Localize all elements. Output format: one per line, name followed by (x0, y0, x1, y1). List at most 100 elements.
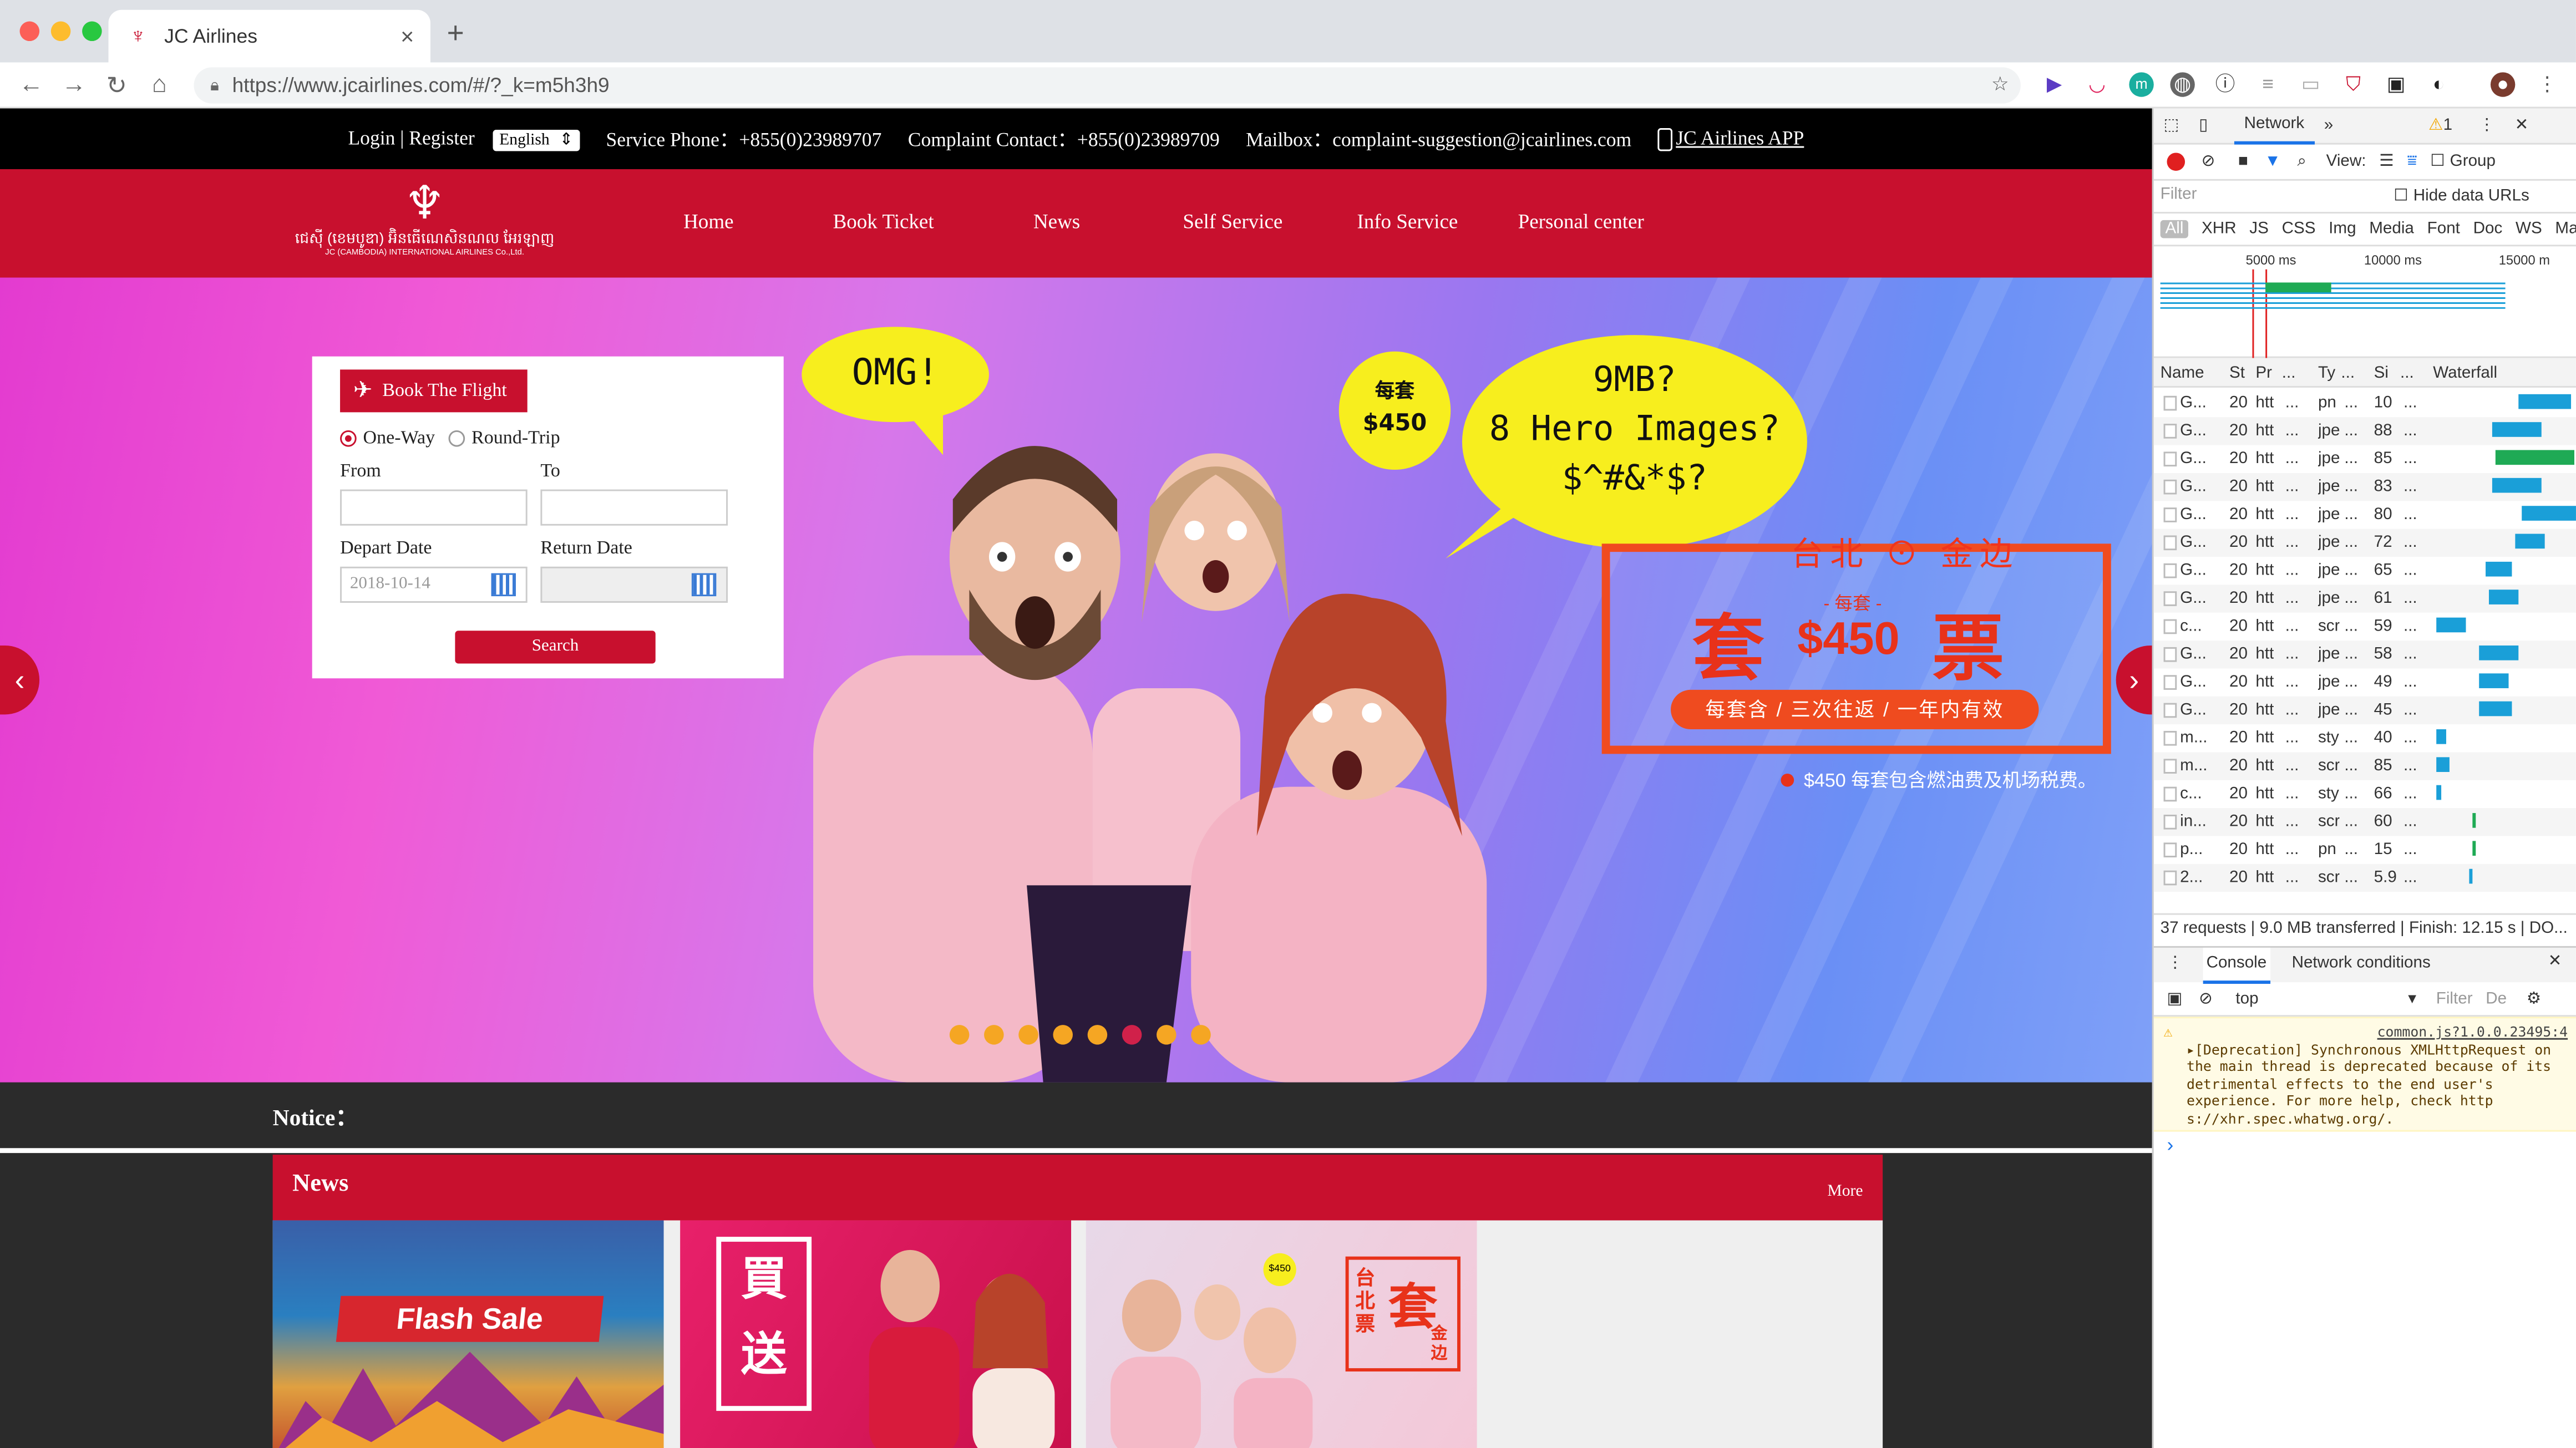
depart-date-input[interactable]: 2018-10-14 (340, 566, 528, 603)
col-more[interactable]: ... (2282, 364, 2296, 383)
bookmark-star-icon[interactable]: ☆ (1988, 72, 2012, 96)
group-checkbox[interactable]: ☐ (2430, 153, 2445, 171)
request-row[interactable]: m... 20 htt scr 85......... (2153, 752, 2576, 780)
request-row[interactable]: in... 20 htt scr 60......... (2153, 808, 2576, 836)
carousel-dot[interactable] (984, 1025, 1004, 1045)
extension-shield-icon[interactable]: ⛉ (2341, 72, 2365, 96)
inspect-element-icon[interactable]: ⬚ (2154, 116, 2189, 135)
close-window-button[interactable] (19, 21, 40, 42)
close-devtools-icon[interactable]: ✕ (2505, 116, 2538, 135)
devtools-menu-icon[interactable]: ⋮ (2469, 116, 2505, 135)
request-row[interactable]: p... 20 htt pn 15......... (2154, 836, 2576, 864)
close-tab-icon[interactable]: × (400, 23, 414, 49)
search-icon[interactable]: ⌕ (2297, 153, 2306, 171)
new-tab-button[interactable]: + (447, 17, 464, 51)
reload-icon[interactable]: ↻ (95, 70, 138, 99)
type-filter-chip[interactable]: XHR (2202, 220, 2237, 238)
carousel-prev-arrow-icon[interactable]: ‹ (0, 645, 40, 715)
back-icon[interactable]: ← (10, 70, 53, 98)
carousel-dot[interactable] (1018, 1025, 1038, 1045)
tab-network-conditions[interactable]: Network conditions (2292, 954, 2431, 973)
console-prompt[interactable]: › (2167, 1134, 2173, 1156)
carousel-dot[interactable] (1122, 1025, 1142, 1045)
warning-source-link[interactable]: common.js?1.0.0.23495:4 (2187, 1023, 2568, 1040)
device-toolbar-icon[interactable]: ▯ (2189, 116, 2218, 135)
request-row[interactable]: c... 20 htt scr 59......... (2154, 613, 2576, 641)
carousel-dot[interactable] (1087, 1025, 1108, 1045)
request-row[interactable]: G... 20 htt jpe 61......... (2153, 585, 2576, 613)
carousel-dot[interactable] (1157, 1025, 1177, 1045)
request-row[interactable]: G... 20 htt pn 10......... (2154, 389, 2576, 417)
profile-avatar[interactable]: ● (2490, 72, 2516, 97)
request-row[interactable]: G... 20 htt jpe 58......... (2153, 641, 2576, 669)
browser-menu-icon[interactable]: ⋮ (2535, 72, 2559, 96)
home-icon[interactable]: ⌂ (138, 70, 181, 98)
type-filter-chip[interactable]: Media (2369, 220, 2414, 238)
carousel-dot[interactable] (1053, 1025, 1073, 1045)
request-row[interactable]: G... 20 htt jpe 80......... (2154, 501, 2576, 529)
nav-self-service[interactable]: Self Service (1183, 210, 1282, 235)
type-filter-chip[interactable]: Img (2329, 220, 2356, 238)
hide-data-urls-checkbox[interactable]: ☐ (2394, 187, 2408, 206)
carousel-next-arrow-icon[interactable]: › (2116, 645, 2152, 715)
minimize-window-button[interactable] (50, 21, 71, 42)
tab-network[interactable]: Network (2234, 108, 2315, 144)
type-filter-chip[interactable]: All (2160, 220, 2189, 238)
forward-icon[interactable]: → (53, 70, 95, 98)
filter-icon[interactable]: ▼ (2265, 153, 2281, 171)
news-more-link[interactable]: More (1827, 1182, 1863, 1201)
col-waterfall[interactable]: Waterfall (2433, 364, 2497, 383)
screenshot-icon[interactable]: ■ (2238, 153, 2248, 171)
nav-news[interactable]: News (1033, 210, 1080, 235)
col-name[interactable]: Name (2161, 364, 2204, 383)
extension-list-icon[interactable]: ≡ (2255, 72, 2280, 96)
log-levels-select[interactable]: De (2486, 989, 2507, 1008)
record-icon[interactable] (2167, 153, 2185, 171)
extension-m-icon[interactable]: m (2129, 72, 2154, 97)
request-row[interactable]: G... 20 htt jpe 85......... (2154, 445, 2576, 473)
more-tabs-icon[interactable]: » (2314, 116, 2343, 135)
search-button[interactable]: Search (455, 631, 656, 664)
warning-icon[interactable]: ⚠ (2428, 116, 2443, 135)
request-row[interactable]: m... 20 htt sty 40......... (2154, 724, 2576, 752)
col-status[interactable]: St (2229, 364, 2245, 383)
extension-play-icon[interactable]: ▶ (2042, 72, 2066, 96)
type-filter-chip[interactable]: CSS (2282, 220, 2316, 238)
console-filter-input[interactable]: Filter (2436, 989, 2473, 1008)
zoom-window-button[interactable] (82, 21, 102, 42)
col-more[interactable]: ... (2400, 364, 2414, 383)
type-filter-chip[interactable]: WS (2516, 220, 2542, 238)
login-link[interactable]: Login (348, 126, 395, 149)
to-input[interactable] (540, 489, 728, 526)
context-select[interactable]: top ▾ (2235, 989, 2416, 1008)
address-bar[interactable]: 🔒︎ https://www.jcairlines.com/#/?_k=m5h3… (194, 67, 2021, 104)
news-card-buy-gift[interactable]: 買送 (680, 1220, 1072, 1448)
request-row[interactable]: G... 20 htt jpe 88......... (2153, 417, 2576, 445)
request-row[interactable]: 2... 20 htt scr 5.9......... (2153, 863, 2576, 892)
calendar-icon[interactable] (691, 573, 717, 597)
request-row[interactable]: G... 20 htt jpe 65......... (2154, 557, 2576, 585)
request-row[interactable]: G... 20 htt jpe 83......... (2153, 472, 2576, 501)
extension-magnet-icon[interactable]: ◡ (2085, 72, 2109, 96)
tab-console[interactable]: Console (2203, 947, 2270, 984)
col-protocol[interactable]: Pr (2255, 364, 2272, 383)
one-way-radio[interactable]: One-Way (340, 429, 435, 449)
type-filter-chip[interactable]: Doc (2473, 220, 2503, 238)
news-card-taipei-ticket[interactable]: $450 台北票 套 金边 (1086, 1220, 1477, 1448)
type-filter-chip[interactable]: JS (2249, 220, 2269, 238)
nav-home[interactable]: Home (683, 210, 734, 235)
col-more[interactable]: ... (2341, 364, 2355, 383)
jc-airlines-logo[interactable]: ♆ ជេស៊ី (ខេមបូឌា) អ៊ិនធើណេសិនណល អែរឡាញ J… (273, 178, 577, 271)
type-filter-chip[interactable]: Font (2427, 220, 2460, 238)
request-row[interactable]: G... 20 htt jpe 45......... (2153, 696, 2576, 725)
col-size[interactable]: Si (2374, 364, 2389, 383)
close-drawer-icon[interactable]: ✕ (2548, 953, 2562, 971)
console-clear-icon[interactable]: ⊘ (2199, 989, 2213, 1008)
app-link[interactable]: JC Airlines APP (1676, 126, 1804, 149)
filter-input[interactable]: Filter (2161, 186, 2387, 209)
sidebar-toggle-icon[interactable]: ▣ (2167, 989, 2182, 1008)
nav-book-ticket[interactable]: Book Ticket (833, 210, 934, 235)
nav-personal-center[interactable]: Personal center (1518, 210, 1644, 235)
carousel-dot[interactable] (949, 1025, 970, 1045)
drawer-menu-icon[interactable]: ⋮ (2167, 954, 2183, 973)
